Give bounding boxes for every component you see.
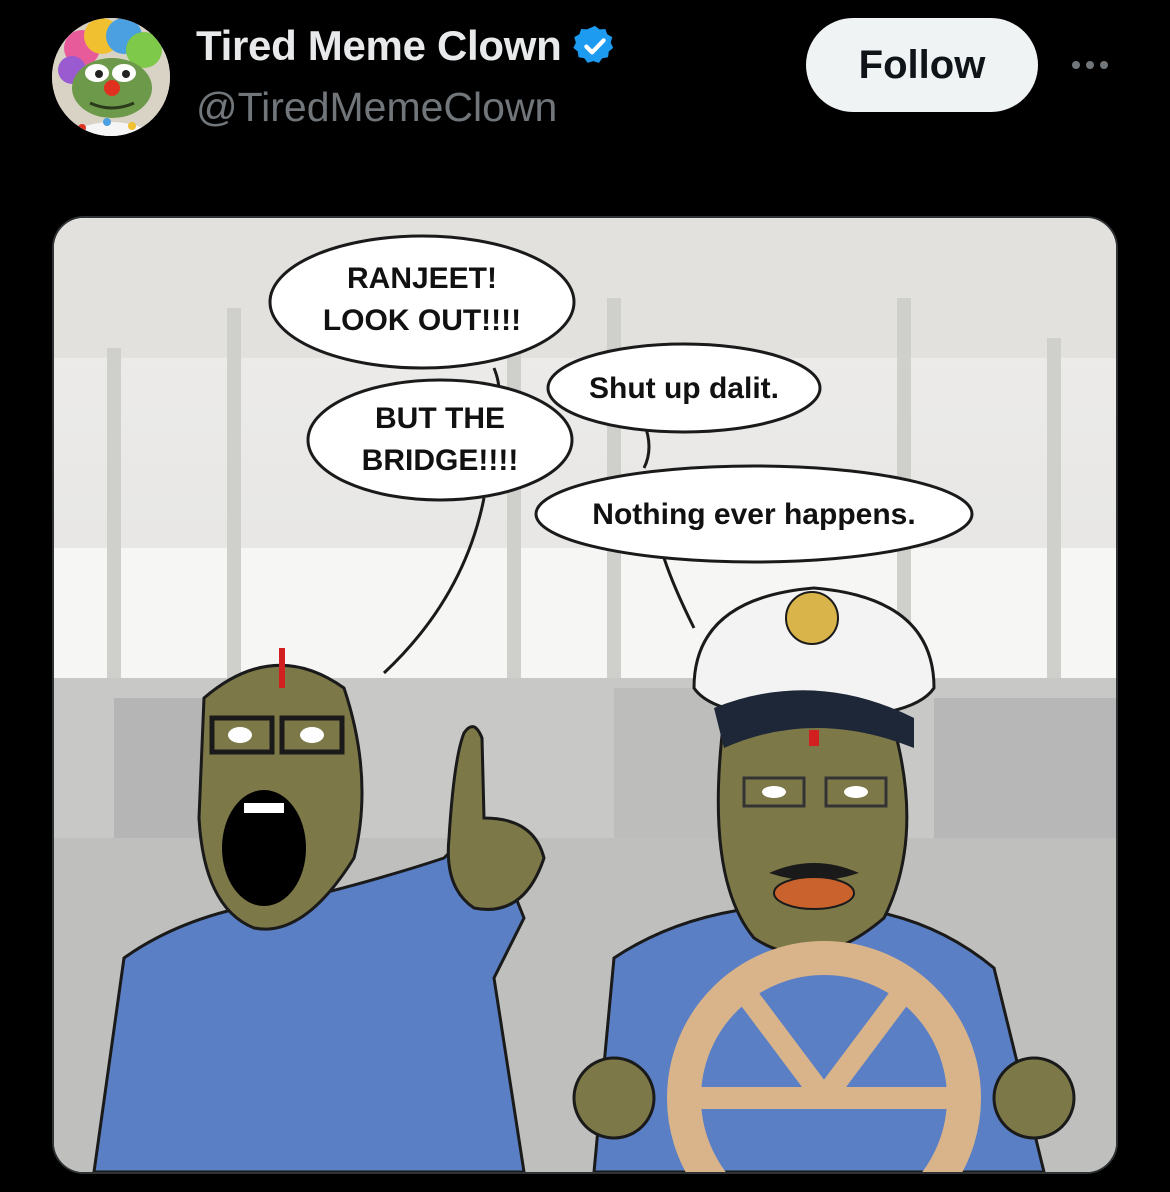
bubble-nothing-text: Nothing ever happens.: [592, 498, 915, 531]
bubble-bridge-line1: BUT THE: [375, 402, 505, 435]
author-name-row[interactable]: Tired Meme Clown: [196, 22, 618, 70]
more-horizontal-icon[interactable]: [1062, 42, 1118, 88]
bubble-but-the-bridge: [306, 378, 574, 502]
bubble-shut-up-text: Shut up dalit.: [589, 372, 779, 405]
tweet-media-image[interactable]: RANJEET! LOOK OUT!!!! BUT THE BRIDGE!!!!…: [52, 216, 1118, 1174]
clown-frog-avatar-icon: [52, 18, 170, 136]
more-dot: [1100, 61, 1108, 69]
follow-button[interactable]: Follow: [806, 18, 1038, 112]
bubble-ranjeet-look-out: [268, 234, 576, 370]
more-dot: [1072, 61, 1080, 69]
verified-badge-icon: [572, 25, 613, 63]
avatar[interactable]: [52, 18, 170, 136]
bubble-bridge-line2: BRIDGE!!!!: [362, 444, 519, 477]
more-dot: [1086, 61, 1094, 69]
bubble-ranjeet-line1: RANJEET!: [347, 262, 497, 295]
author-handle[interactable]: @TiredMemeClown: [196, 84, 557, 131]
author-display-name[interactable]: Tired Meme Clown: [196, 22, 562, 70]
meme-illustration: RANJEET! LOOK OUT!!!! BUT THE BRIDGE!!!!…: [54, 218, 1116, 1172]
bubble-ranjeet-line2: LOOK OUT!!!!: [323, 304, 521, 337]
